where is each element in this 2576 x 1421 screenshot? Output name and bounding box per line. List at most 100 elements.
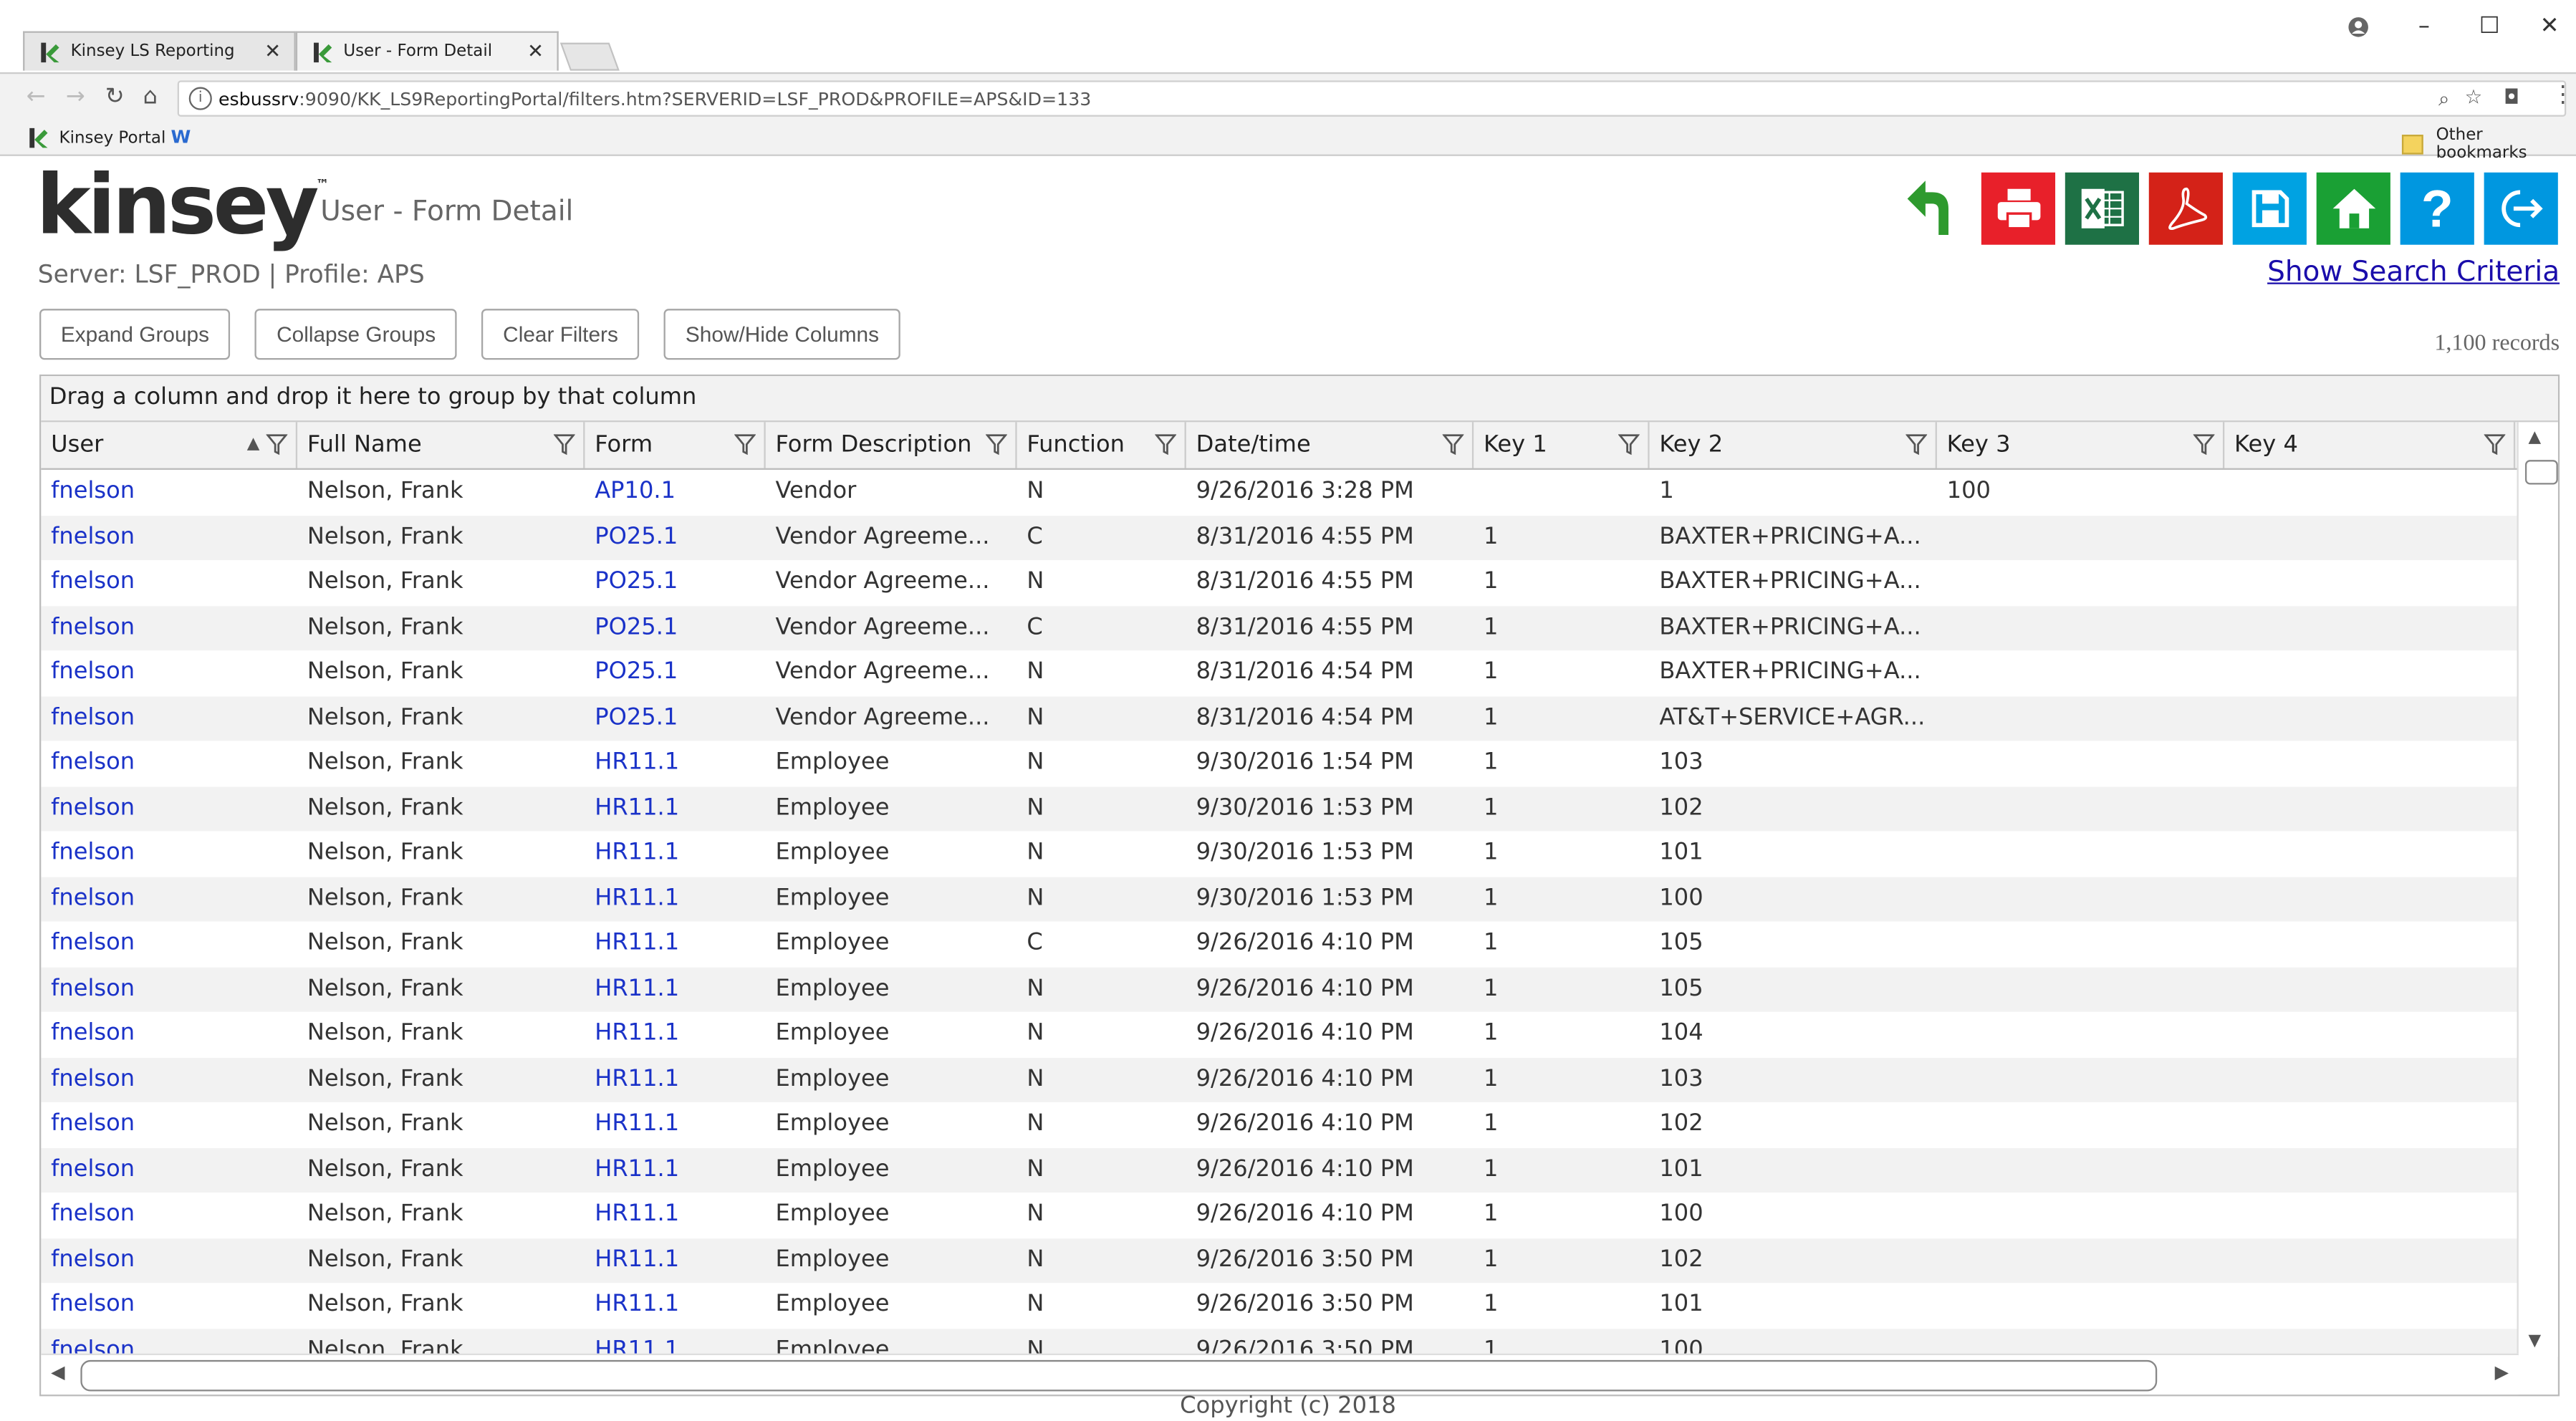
vertical-scroll-thumb[interactable] [2524,460,2558,485]
horizontal-scrollbar[interactable]: ◀ ▶ [41,1353,2519,1395]
filter-icon[interactable] [266,433,288,456]
table-row[interactable]: fnelson Nelson, Frank HR11.1 Employee N 9/26/… [41,1012,2518,1057]
scroll-down-icon[interactable]: ▼ [2529,1332,2542,1350]
tab-user-form-detail[interactable]: User - Form Detail ✕ [295,31,559,71]
tab-close-icon[interactable]: ✕ [527,39,544,62]
column-header-key-1[interactable]: Key 1 [1474,422,1650,468]
logout-button[interactable] [2484,172,2558,245]
print-button[interactable] [1981,172,2056,245]
filter-icon[interactable] [1905,433,1928,456]
filter-icon[interactable] [2484,433,2506,456]
cell-form[interactable]: HR11.1 [585,831,765,876]
table-row[interactable]: fnelson Nelson, Frank PO25.1 Vendor Agreeme… [41,650,2518,695]
cell-form[interactable]: HR11.1 [585,1328,765,1357]
cell-user[interactable]: fnelson [41,1283,297,1328]
cell-form[interactable]: HR11.1 [585,1238,765,1283]
site-info-icon[interactable]: i [188,87,212,110]
cell-form[interactable]: HR11.1 [585,741,765,786]
table-row[interactable]: fnelson Nelson, Frank PO25.1 Vendor Agreeme… [41,560,2518,605]
column-header-function[interactable]: Function [1017,422,1186,468]
cell-form[interactable]: AP10.1 [585,470,765,515]
column-header-key-3[interactable]: Key 3 [1937,422,2225,468]
cell-user[interactable]: fnelson [41,1102,297,1147]
table-row[interactable]: fnelson Nelson, Frank HR11.1 Employee N 9/26/… [41,1147,2519,1193]
excel-export-button[interactable] [2065,172,2140,245]
clear-filters-button[interactable]: Clear Filters [481,309,640,360]
table-row[interactable]: fnelson Nelson, Frank HR11.1 Employee N 9/30/… [41,741,2518,786]
bookmark-other[interactable]: Other bookmarks [2401,127,2576,163]
table-row[interactable]: fnelson Nelson, Frank HR11.1 Employee N 9/26/… [41,1056,2519,1102]
cell-form[interactable]: PO25.1 [585,650,765,695]
sort-ascending-icon[interactable]: ▲ [247,422,260,468]
tab-close-icon[interactable]: ✕ [264,39,281,62]
help-button[interactable]: ? [2400,172,2474,245]
extension-icon[interactable]: ◘ [2504,85,2519,108]
cell-form[interactable]: HR11.1 [585,1057,765,1102]
column-header-key-4[interactable]: Key 4 [2224,422,2516,468]
cell-form[interactable]: HR11.1 [585,922,765,967]
cell-form[interactable]: PO25.1 [585,560,765,605]
cell-form[interactable]: HR11.1 [585,1283,765,1328]
cell-user[interactable]: fnelson [41,877,297,922]
group-drop-panel[interactable]: Drag a column and drop it here to group … [41,376,2558,423]
cell-form[interactable]: PO25.1 [585,695,765,741]
cell-user[interactable]: fnelson [41,1012,297,1057]
cell-user[interactable]: fnelson [41,605,297,650]
cell-user[interactable]: fnelson [41,1147,297,1193]
filter-icon[interactable] [734,433,756,456]
cell-user[interactable]: fnelson [41,967,297,1012]
bookmark-kinsey-portal[interactable]: Kinsey Portal [27,127,165,150]
cell-user[interactable]: fnelson [41,1193,297,1238]
column-header-user[interactable]: User ▲ [41,422,298,468]
table-row[interactable]: fnelson Nelson, Frank PO25.1 Vendor Agreeme… [41,605,2519,651]
zoom-icon[interactable]: ⌕ [2438,87,2449,112]
scroll-left-icon[interactable]: ◀ [51,1362,64,1383]
cell-user[interactable]: fnelson [41,1328,297,1357]
table-row[interactable]: fnelson Nelson, Frank HR11.1 Employee C 9/26/… [41,922,2518,967]
show-hide-columns-button[interactable]: Show/Hide Columns [664,309,900,360]
column-header-full-name[interactable]: Full Name [297,422,585,468]
table-row[interactable]: fnelson Nelson, Frank HR11.1 Employee N 9/26/… [41,1102,2518,1147]
forward-icon[interactable]: → [66,84,85,110]
w-bookmark-icon[interactable]: W [171,127,191,148]
cell-form[interactable]: HR11.1 [585,877,765,922]
cell-user[interactable]: fnelson [41,741,297,786]
cell-form[interactable]: HR11.1 [585,1193,765,1238]
cell-user[interactable]: fnelson [41,560,297,605]
scroll-up-icon[interactable]: ▲ [2529,429,2542,447]
filter-icon[interactable] [1155,433,1177,456]
table-row[interactable]: fnelson Nelson, Frank HR11.1 Employee N 9/30/… [41,786,2519,832]
filter-icon[interactable] [2193,433,2215,456]
tab-kinsey-ls-reporting[interactable]: Kinsey LS Reporting ✕ [23,31,296,71]
cell-form[interactable]: HR11.1 [585,1012,765,1057]
cell-user[interactable]: fnelson [41,515,297,560]
column-header-key-2[interactable]: Key 2 [1650,422,1937,468]
table-row[interactable]: fnelson Nelson, Frank AP10.1 Vendor N 9/26/20… [41,470,2518,515]
table-row[interactable]: fnelson Nelson, Frank HR11.1 Employee N 9/26/… [41,1328,2519,1357]
window-close-icon[interactable]: ✕ [2540,13,2560,39]
cell-user[interactable]: fnelson [41,1238,297,1283]
pdf-export-button[interactable] [2148,172,2223,245]
home-icon[interactable]: ⌂ [143,84,158,110]
cell-user[interactable]: fnelson [41,650,297,695]
cell-form[interactable]: HR11.1 [585,1147,765,1193]
filter-icon[interactable] [1618,433,1640,456]
cell-form[interactable]: HR11.1 [585,1102,765,1147]
vertical-scrollbar[interactable]: ▲ ▼ [2517,422,2558,1357]
cell-user[interactable]: fnelson [41,695,297,741]
new-tab-button[interactable] [559,42,620,71]
filter-icon[interactable] [553,433,575,456]
back-icon[interactable]: ← [27,84,46,110]
menu-dots-icon[interactable]: ⋮ [2552,82,2575,109]
address-bar[interactable]: i esbussrv:9090/KK_LS9ReportingPortal/fi… [177,80,2567,117]
collapse-groups-button[interactable]: Collapse Groups [255,309,457,360]
table-row[interactable]: fnelson Nelson, Frank PO25.1 Vendor Agreeme… [41,695,2519,741]
show-search-criteria-link[interactable]: Show Search Criteria [2267,256,2560,289]
back-button[interactable] [1897,172,1972,245]
table-row[interactable]: fnelson Nelson, Frank HR11.1 Employee N 9/26/… [41,1193,2518,1238]
table-row[interactable]: fnelson Nelson, Frank PO25.1 Vendor Agreeme… [41,514,2519,561]
cell-form[interactable]: HR11.1 [585,786,765,831]
cell-user[interactable]: fnelson [41,470,297,515]
cell-user[interactable]: fnelson [41,831,297,876]
scroll-right-icon[interactable]: ▶ [2495,1362,2509,1383]
